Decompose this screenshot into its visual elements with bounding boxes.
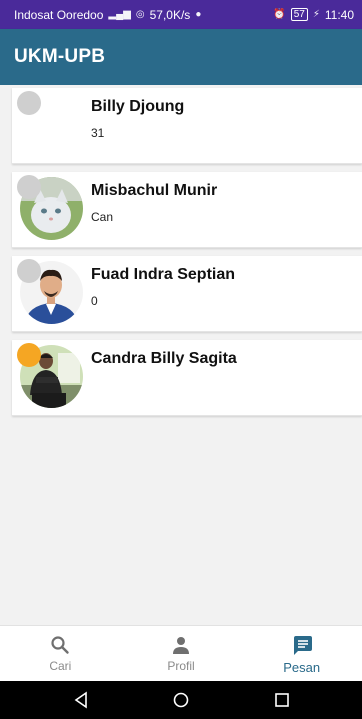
nav-item-pesan[interactable]: Pesan: [241, 626, 362, 682]
alarm-icon: ⏰: [273, 9, 286, 20]
contact-message: Can: [91, 210, 114, 224]
signal-icon: ▂▄▆: [108, 9, 131, 20]
android-nav-bar: [0, 681, 362, 719]
person-icon: [173, 637, 189, 654]
contact-card[interactable]: Billy Djoung 31: [12, 88, 362, 164]
carrier-name: Indosat Ooredoo: [14, 7, 104, 22]
recents-icon[interactable]: [262, 681, 302, 719]
search-icon: [51, 636, 70, 654]
offline-status-dot: [17, 259, 41, 283]
hotspot-icon: ◎: [135, 9, 145, 20]
nav-item-cari[interactable]: Cari: [0, 626, 121, 682]
contact-message: 0: [91, 294, 98, 308]
offline-status-dot: [17, 91, 41, 115]
app-title: UKM-UPB: [14, 46, 106, 67]
battery-level: 57: [290, 8, 308, 21]
offline-status-dot: [17, 175, 41, 199]
nav-label-pesan: Pesan: [283, 659, 321, 675]
app-bar: UKM-UPB: [0, 29, 362, 85]
nav-item-profil[interactable]: Profil: [121, 626, 242, 682]
nav-label-cari: Cari: [49, 659, 72, 673]
charging-icon: ⚡: [312, 9, 320, 20]
nav-label-profil: Profil: [167, 659, 195, 673]
online-status-dot: [17, 343, 41, 367]
contact-name: Billy Djoung: [91, 98, 185, 115]
network-speed: 57,0K/s: [149, 7, 191, 22]
contact-list: Billy Djoung 31 Misbachul Munir Can Fuad…: [0, 85, 362, 625]
contact-card[interactable]: Misbachul Munir Can: [12, 172, 362, 248]
contact-name: Misbachul Munir: [91, 182, 218, 199]
contact-card[interactable]: Fuad Indra Septian 0: [12, 256, 362, 332]
status-left: Indosat Ooredoo ▂▄▆ ◎ 57,0K/s ●: [14, 8, 201, 22]
contact-name: Fuad Indra Septian: [91, 266, 236, 283]
status-right: ⏰ 57 ⚡ 11:40: [273, 8, 354, 22]
message-icon: [293, 635, 312, 655]
contact-card[interactable]: Candra Billy Sagita: [12, 340, 362, 416]
bottom-nav: Cari Profil Pesan: [0, 625, 362, 682]
home-icon[interactable]: [161, 681, 201, 719]
back-icon[interactable]: [61, 681, 101, 719]
contact-message: 31: [91, 126, 105, 140]
status-bar: Indosat Ooredoo ▂▄▆ ◎ 57,0K/s ● ⏰ 57 ⚡ 1…: [0, 0, 362, 29]
clock: 11:40: [324, 7, 354, 22]
contact-name: Candra Billy Sagita: [91, 350, 237, 367]
whatsapp-icon: ●: [195, 9, 202, 20]
